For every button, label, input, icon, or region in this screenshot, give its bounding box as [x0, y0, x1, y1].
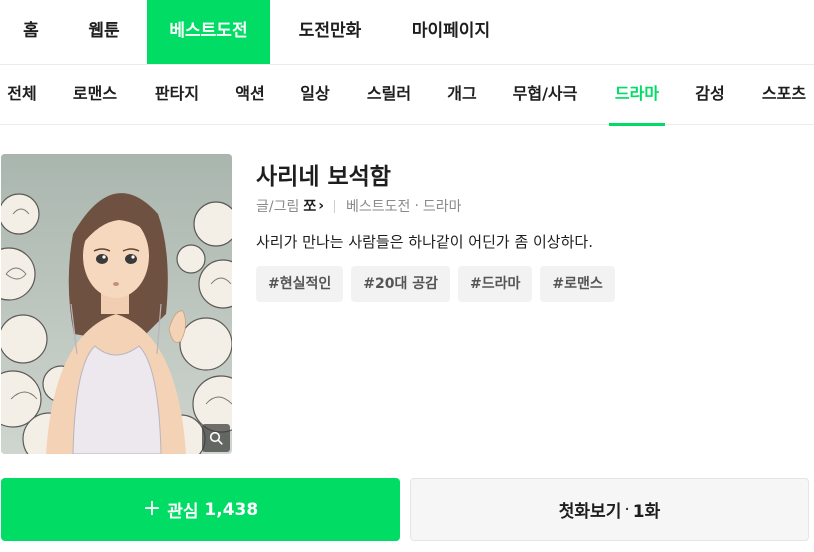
genre-tab-thriller[interactable]: 스릴러 — [363, 65, 415, 125]
genre-tab-action[interactable]: 액션 — [232, 65, 268, 125]
favorite-label: 관심 — [167, 502, 199, 522]
tag-chip[interactable]: #현실적인 — [256, 266, 344, 302]
tag-chip[interactable]: #20대 공감 — [351, 266, 450, 302]
genre-tab-fantasy[interactable]: 판타지 — [152, 65, 202, 125]
first-episode-dot: · — [624, 499, 630, 520]
favorite-count: 1,438 — [204, 499, 259, 520]
genre-tab-drama[interactable]: 드라마 — [609, 65, 665, 126]
genre-tab-all[interactable]: 전체 — [4, 65, 40, 125]
first-episode-button[interactable]: 첫화보기 · 1화 — [410, 478, 809, 541]
genre-tab-sports[interactable]: 스포츠 — [758, 65, 810, 125]
nav-mypage[interactable]: 마이페이지 — [404, 0, 498, 64]
zoom-button[interactable] — [202, 424, 230, 452]
genre-tab-martial-historical[interactable]: 무협/사극 — [510, 65, 580, 125]
first-episode-label: 첫화보기 — [558, 502, 622, 522]
meta-divider — [334, 199, 336, 213]
chevron-right-icon[interactable]: › — [318, 198, 324, 214]
nav-best-challenge[interactable]: 베스트도전 — [147, 0, 270, 64]
tag-list: #현실적인 #20대 공감 #드라마 #로맨스 — [256, 266, 615, 302]
nav-home[interactable]: 홈 — [10, 0, 52, 64]
work-genre: 드라마 — [422, 199, 462, 215]
author-label: 글/그림 — [256, 199, 300, 215]
meta-dot: · — [414, 198, 419, 214]
work-description: 사리가 만나는 사람들은 하나같이 어딘가 좀 이상하다. — [256, 233, 593, 251]
cover-illustration — [1, 154, 232, 454]
favorite-button[interactable]: + 관심 1,438 — [1, 478, 400, 541]
work-meta: 글/그림 쪼 › 베스트도전 · 드라마 — [256, 196, 462, 216]
search-icon — [209, 431, 223, 445]
first-episode-number: 1화 — [632, 502, 661, 522]
genre-tab-daily[interactable]: 일상 — [297, 65, 333, 125]
author-link[interactable]: 쪼 — [303, 196, 316, 216]
tag-chip[interactable]: #드라마 — [458, 266, 533, 302]
work-category: 베스트도전 — [346, 199, 411, 215]
genre-tab-romance[interactable]: 로맨스 — [70, 65, 120, 125]
genre-tab-comedy[interactable]: 개그 — [444, 65, 480, 125]
plus-icon: + — [142, 496, 162, 521]
tag-chip[interactable]: #로맨스 — [540, 266, 615, 302]
nav-challenge[interactable]: 도전만화 — [290, 0, 370, 64]
cover-image[interactable] — [1, 154, 232, 454]
top-navigation: 홈 웹툰 베스트도전 도전만화 마이페이지 — [0, 0, 814, 64]
nav-webtoon[interactable]: 웹툰 — [80, 0, 128, 64]
genre-tab-sensibility[interactable]: 감성 — [692, 65, 728, 125]
work-title: 사리네 보석함 — [256, 164, 391, 190]
genre-tabs: 전체 로맨스 판타지 액션 일상 스릴러 개그 무협/사극 드라마 감성 스포츠 — [0, 64, 814, 126]
